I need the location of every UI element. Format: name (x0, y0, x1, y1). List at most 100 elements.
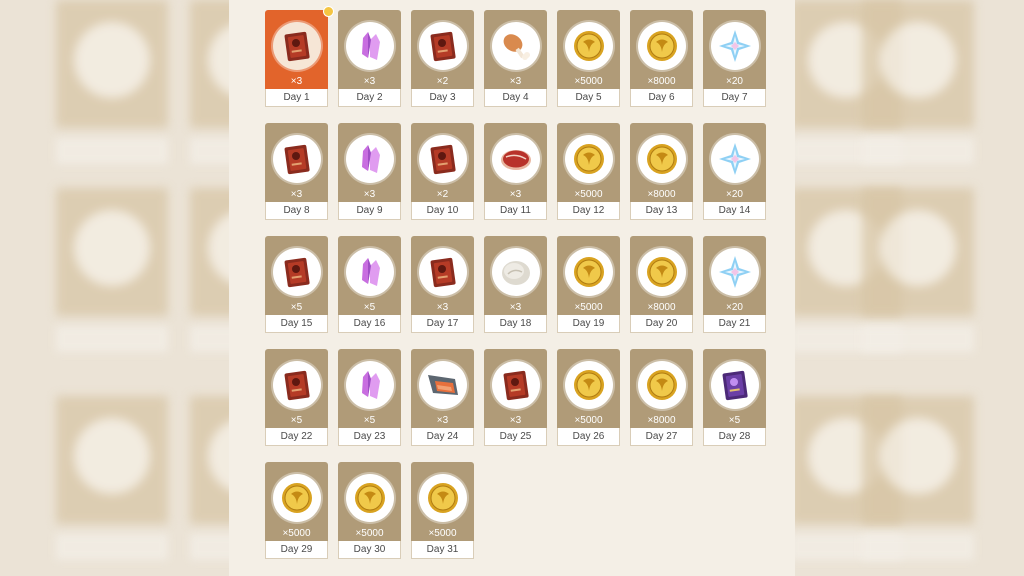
mora-coin-icon (638, 135, 686, 183)
reward-card-day-5[interactable]: ×5000 Day 5 (557, 10, 620, 107)
reward-card-day-8[interactable]: ×3 Day 8 (265, 123, 328, 220)
reward-card-day-17[interactable]: ×3 Day 17 (411, 236, 474, 333)
reward-quantity: ×20 (726, 76, 743, 87)
reward-card-day-15[interactable]: ×5 Day 15 (265, 236, 328, 333)
reward-quantity: ×3 (436, 302, 449, 313)
reward-card-day-26[interactable]: ×5000 Day 26 (557, 349, 620, 446)
mora-coin-icon (419, 474, 467, 522)
reward-card-day-7[interactable]: ×20 Day 7 (703, 10, 766, 107)
crystal-icon (346, 248, 394, 296)
day-label: Day 8 (265, 202, 328, 220)
blurred-card (862, 396, 974, 524)
primogem-icon (711, 22, 759, 70)
day-label: Day 18 (484, 315, 547, 333)
reward-quantity: ×3 (509, 189, 522, 200)
reward-quantity: ×5 (290, 415, 303, 426)
mora-coin-icon (273, 474, 321, 522)
reward-quantity: ×5 (290, 302, 303, 313)
day-label: Day 2 (338, 89, 401, 107)
day-label: Day 7 (703, 89, 766, 107)
reward-card-day-28[interactable]: ×5 Day 28 (703, 349, 766, 446)
reward-quantity: ×3 (290, 189, 303, 200)
reward-quantity: ×5 (363, 415, 376, 426)
day-label: Day 21 (703, 315, 766, 333)
reward-card-day-31[interactable]: ×5000 Day 31 (411, 462, 474, 559)
reward-card-day-23[interactable]: ×5 Day 23 (338, 349, 401, 446)
day-label: Day 15 (265, 315, 328, 333)
reward-quantity: ×3 (509, 302, 522, 313)
reward-card-day-13[interactable]: ×8000 Day 13 (630, 123, 693, 220)
reward-quantity: ×8000 (647, 76, 676, 87)
crystal-icon (346, 135, 394, 183)
crystal-icon (346, 22, 394, 70)
reward-card-day-6[interactable]: ×8000 Day 6 (630, 10, 693, 107)
reward-card-day-3[interactable]: ×2 Day 3 (411, 10, 474, 107)
reward-card-day-19[interactable]: ×5000 Day 19 (557, 236, 620, 333)
reward-quantity: ×3 (436, 415, 449, 426)
reward-card-day-14[interactable]: ×20 Day 14 (703, 123, 766, 220)
reward-card-day-11[interactable]: ×3 Day 11 (484, 123, 547, 220)
mora-coin-icon (565, 135, 613, 183)
reward-card-day-12[interactable]: ×5000 Day 12 (557, 123, 620, 220)
reward-card-day-27[interactable]: ×8000 Day 27 (630, 349, 693, 446)
blurred-label (56, 326, 168, 352)
reward-card-day-2[interactable]: ×3 Day 2 (338, 10, 401, 107)
day-label: Day 11 (484, 202, 547, 220)
reward-card-day-16[interactable]: ×5 Day 16 (338, 236, 401, 333)
day-label: Day 16 (338, 315, 401, 333)
fowl-drumstick-icon (492, 22, 540, 70)
reward-card-day-22[interactable]: ×5 Day 22 (265, 349, 328, 446)
mora-coin-icon (638, 361, 686, 409)
raw-meat-icon (492, 135, 540, 183)
reward-quantity: ×8000 (647, 415, 676, 426)
day-label: Day 9 (338, 202, 401, 220)
blurred-label (56, 534, 168, 560)
reward-quantity: ×5 (363, 302, 376, 313)
crystal-icon (346, 361, 394, 409)
day-label: Day 4 (484, 89, 547, 107)
day-label: Day 10 (411, 202, 474, 220)
day-label: Day 26 (557, 428, 620, 446)
blurred-label (56, 138, 168, 164)
day-label: Day 31 (411, 541, 474, 559)
day-label: Day 12 (557, 202, 620, 220)
reward-quantity: ×3 (509, 415, 522, 426)
day-label: Day 30 (338, 541, 401, 559)
reward-card-day-18[interactable]: ×3 Day 18 (484, 236, 547, 333)
reward-card-day-9[interactable]: ×3 Day 9 (338, 123, 401, 220)
day-label: Day 22 (265, 428, 328, 446)
mora-coin-icon (638, 248, 686, 296)
mora-coin-icon (565, 361, 613, 409)
reward-card-day-29[interactable]: ×5000 Day 29 (265, 462, 328, 559)
fish-icon (419, 361, 467, 409)
reward-card-day-21[interactable]: ×20 Day 21 (703, 236, 766, 333)
reward-quantity: ×5000 (355, 528, 384, 539)
day-label: Day 29 (265, 541, 328, 559)
mora-coin-icon (346, 474, 394, 522)
day-label: Day 17 (411, 315, 474, 333)
flour-icon (492, 248, 540, 296)
reward-card-day-20[interactable]: ×8000 Day 20 (630, 236, 693, 333)
reward-card-day-30[interactable]: ×5000 Day 30 (338, 462, 401, 559)
reward-card-day-1[interactable]: ×3 Day 1 (265, 6, 334, 107)
hero-wit-book-icon (273, 248, 321, 296)
day-label: Day 27 (630, 428, 693, 446)
primogem-icon (711, 248, 759, 296)
reward-card-day-4[interactable]: ×3 Day 4 (484, 10, 547, 107)
mora-coin-icon (565, 248, 613, 296)
day-label: Day 23 (338, 428, 401, 446)
reward-quantity: ×5000 (574, 76, 603, 87)
reward-card-day-25[interactable]: ×3 Day 25 (484, 349, 547, 446)
hero-wit-book-icon (419, 248, 467, 296)
reward-quantity: ×5000 (574, 415, 603, 426)
purple-book-icon (711, 361, 759, 409)
reward-card-day-10[interactable]: ×2 Day 10 (411, 123, 474, 220)
blurred-card (862, 0, 974, 128)
blurred-card (862, 188, 974, 316)
reward-card-day-24[interactable]: ×3 Day 24 (411, 349, 474, 446)
blurred-card (56, 0, 168, 128)
day-label: Day 28 (703, 428, 766, 446)
reward-quantity: ×3 (363, 76, 376, 87)
reward-quantity: ×2 (436, 76, 449, 87)
login-rewards-panel: ×3 Day 1 ×3 Day 2 ×2 Day 3 ×3 Day 4 ×5000 Day 5 ×8… (229, 0, 795, 576)
